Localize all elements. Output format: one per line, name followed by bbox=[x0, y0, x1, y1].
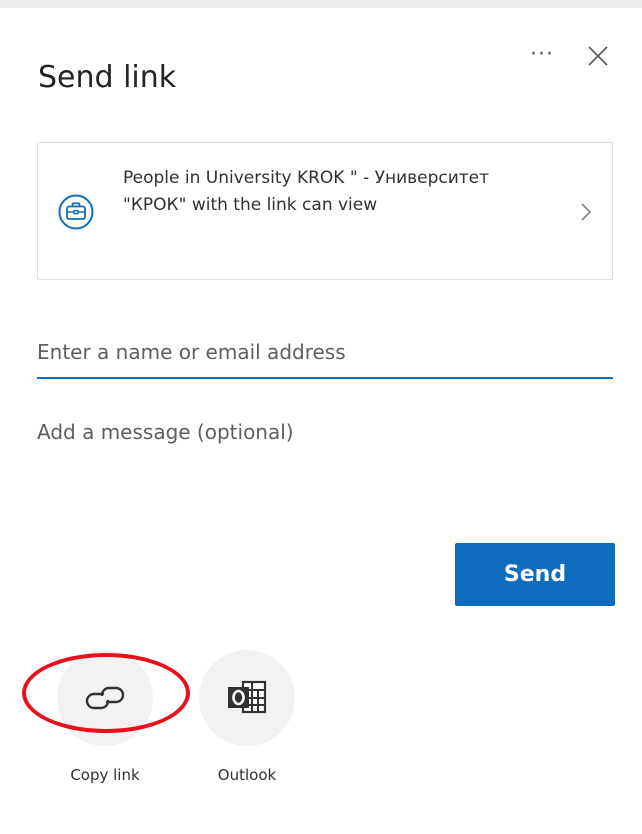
message-input[interactable] bbox=[37, 420, 613, 468]
link-permission-setting[interactable]: People in University KROK " - Университе… bbox=[37, 142, 613, 280]
outlook-label: Outlook bbox=[217, 766, 277, 784]
outlook-icon bbox=[228, 680, 267, 714]
copy-link-label: Copy link bbox=[70, 766, 140, 784]
dialog-title: Send link bbox=[38, 60, 177, 95]
permission-description: People in University KROK " - Университе… bbox=[123, 168, 490, 215]
close-icon bbox=[588, 46, 608, 66]
more-options-button[interactable]: ··· bbox=[524, 34, 560, 74]
more-options-icon: ··· bbox=[530, 41, 554, 67]
recipient-input[interactable] bbox=[37, 327, 613, 379]
link-icon bbox=[85, 686, 125, 710]
chevron-right-icon bbox=[581, 203, 592, 221]
close-button[interactable] bbox=[578, 36, 618, 76]
outlook-button[interactable] bbox=[199, 650, 295, 746]
top-divider bbox=[0, 0, 642, 8]
copy-link-button[interactable] bbox=[57, 650, 153, 746]
briefcase-icon bbox=[58, 194, 94, 230]
send-link-dialog: Send link ··· People in University KROK … bbox=[0, 0, 642, 834]
send-button[interactable]: Send bbox=[455, 543, 615, 606]
